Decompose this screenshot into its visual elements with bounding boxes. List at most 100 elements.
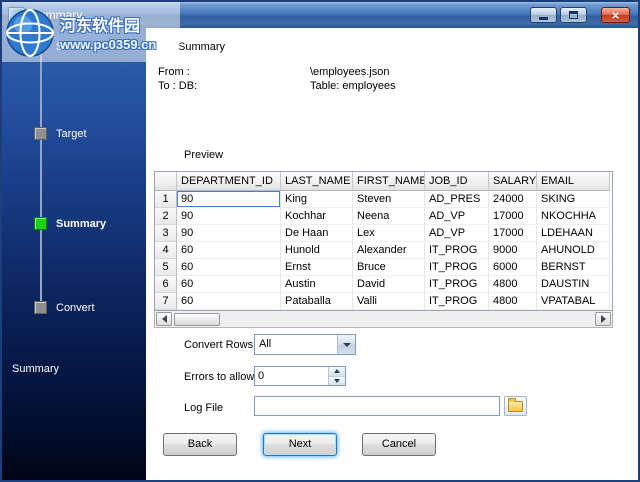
grid-cell[interactable]: Alexander	[353, 242, 425, 259]
from-label: From :	[158, 66, 190, 78]
grid-cell[interactable]: AD_PRES	[425, 191, 489, 208]
convert-rows-dropdown[interactable]: All	[254, 334, 356, 355]
grid-cell[interactable]: Kochhar	[281, 208, 353, 225]
grid-cell[interactable]: 9000	[489, 242, 537, 259]
grid-cell[interactable]: Pataballa	[281, 293, 353, 310]
column-header-job-id[interactable]: JOB_ID	[425, 172, 489, 191]
maximize-button[interactable]	[560, 7, 587, 23]
table-row: 4 60 Hunold Alexander IT_PROG 9000 AHUNO…	[155, 242, 612, 259]
window-body: Source Target Summary Convert Summary Su…	[2, 28, 638, 480]
grid-cell[interactable]: 24000	[489, 191, 537, 208]
grid-cell-selected[interactable]: 90	[177, 191, 281, 208]
horizontal-scrollbar[interactable]	[154, 311, 613, 328]
row-number[interactable]: 6	[155, 276, 177, 293]
scroll-right-button[interactable]	[595, 312, 611, 326]
close-button[interactable]: ×	[601, 7, 630, 23]
table-row: 1 90 King Steven AD_PRES 24000 SKING	[155, 191, 612, 208]
step-connector-line	[40, 48, 42, 310]
row-number[interactable]: 4	[155, 242, 177, 259]
source-file-line: From : \employees.json	[158, 66, 390, 78]
row-number[interactable]: 1	[155, 191, 177, 208]
grid-table: DEPARTMENT_ID LAST_NAME FIRST_NAME JOB_I…	[154, 171, 613, 311]
summary-panel: Summary From : \employees.json To : DB: …	[146, 28, 638, 480]
step-label-summary: Summary	[56, 218, 107, 230]
grid-cell[interactable]: AD_VP	[425, 225, 489, 242]
grid-cell[interactable]: 60	[177, 293, 281, 310]
minimize-icon	[539, 17, 548, 20]
grid-cell[interactable]: Hunold	[281, 242, 353, 259]
grid-cell[interactable]: Valli	[353, 293, 425, 310]
grid-cell[interactable]: 60	[177, 259, 281, 276]
browse-log-file-button[interactable]	[504, 396, 527, 416]
scrollbar-thumb[interactable]	[174, 312, 220, 326]
step-label-target: Target	[56, 128, 87, 140]
grid-cell[interactable]: 4800	[489, 293, 537, 310]
grid-cell[interactable]: Austin	[281, 276, 353, 293]
preview-label: Preview	[184, 149, 224, 161]
row-number[interactable]: 5	[155, 259, 177, 276]
convert-rows-label: Convert Rows	[184, 339, 254, 351]
grid-cell[interactable]: 17000	[489, 225, 537, 242]
grid-cell[interactable]: IT_PROG	[425, 259, 489, 276]
column-header-email[interactable]: EMAIL	[537, 172, 610, 191]
scroll-right-icon	[600, 315, 606, 323]
step-marker-source	[34, 40, 47, 53]
errors-to-allow-input[interactable]	[255, 367, 328, 385]
grid-cell[interactable]: Ernst	[281, 259, 353, 276]
row-number[interactable]: 3	[155, 225, 177, 242]
grid-cell[interactable]: Neena	[353, 208, 425, 225]
grid-cell[interactable]: SKING	[537, 191, 610, 208]
grid-cell[interactable]: Lex	[353, 225, 425, 242]
column-header-salary[interactable]: SALARY	[489, 172, 537, 191]
grid-cell[interactable]: 90	[177, 208, 281, 225]
window-controls: ×	[530, 7, 630, 23]
panel-title: Summary	[178, 41, 226, 53]
cancel-button[interactable]: Cancel	[362, 433, 436, 456]
errors-to-allow-stepper	[254, 366, 346, 386]
scroll-left-button[interactable]	[156, 312, 172, 326]
grid-cell[interactable]: IT_PROG	[425, 242, 489, 259]
grid-cell[interactable]: 6000	[489, 259, 537, 276]
column-header-department-id[interactable]: DEPARTMENT_ID	[177, 172, 281, 191]
row-number[interactable]: 7	[155, 293, 177, 310]
row-number[interactable]: 2	[155, 208, 177, 225]
grid-cell[interactable]: LDEHAAN	[537, 225, 610, 242]
table-row: 2 90 Kochhar Neena AD_VP 17000 NKOCHHA	[155, 208, 612, 225]
grid-cell[interactable]: De Haan	[281, 225, 353, 242]
scroll-left-icon	[161, 315, 167, 323]
grid-cell[interactable]: AHUNOLD	[537, 242, 610, 259]
spin-up-button[interactable]	[329, 367, 345, 377]
spin-down-button[interactable]	[329, 376, 345, 385]
grid-cell[interactable]: 17000	[489, 208, 537, 225]
grid-cell[interactable]: 60	[177, 242, 281, 259]
grid-cell[interactable]: AD_VP	[425, 208, 489, 225]
grid-cell[interactable]: NKOCHHA	[537, 208, 610, 225]
grid-cell[interactable]: King	[281, 191, 353, 208]
titlebar: Summary ×	[2, 2, 638, 28]
dropdown-button[interactable]	[337, 335, 355, 354]
grid-cell[interactable]: VPATABAL	[537, 293, 610, 310]
log-file-input[interactable]	[254, 396, 500, 416]
next-button[interactable]: Next	[263, 433, 337, 456]
grid-cell[interactable]: DAUSTIN	[537, 276, 610, 293]
step-label-source: Source	[56, 41, 91, 53]
from-value: \employees.json	[310, 66, 390, 78]
step-marker-summary-active	[34, 217, 47, 230]
grid-cell[interactable]: Steven	[353, 191, 425, 208]
folder-icon	[508, 397, 523, 412]
wizard-steps-sidebar: Source Target Summary Convert Summary	[2, 28, 146, 480]
grid-cell[interactable]: 60	[177, 276, 281, 293]
preview-grid: DEPARTMENT_ID LAST_NAME FIRST_NAME JOB_I…	[154, 171, 613, 328]
grid-cell[interactable]: IT_PROG	[425, 276, 489, 293]
back-button[interactable]: Back	[163, 433, 237, 456]
grid-cell[interactable]: 90	[177, 225, 281, 242]
grid-cell[interactable]: 4800	[489, 276, 537, 293]
grid-cell[interactable]: Bruce	[353, 259, 425, 276]
minimize-button[interactable]	[530, 7, 557, 23]
column-header-first-name[interactable]: FIRST_NAME	[353, 172, 425, 191]
grid-cell[interactable]: David	[353, 276, 425, 293]
grid-cell[interactable]: IT_PROG	[425, 293, 489, 310]
grid-corner	[155, 172, 177, 191]
grid-cell[interactable]: BERNST	[537, 259, 610, 276]
column-header-last-name[interactable]: LAST_NAME	[281, 172, 353, 191]
